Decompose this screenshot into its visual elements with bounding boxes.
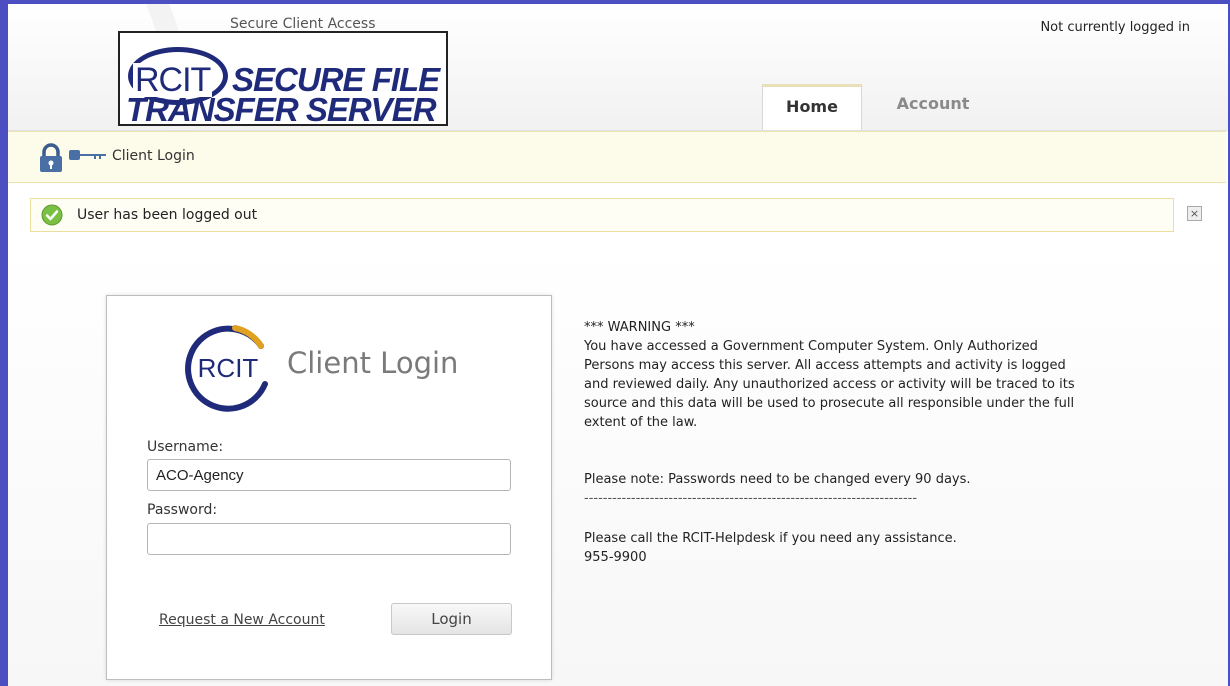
- warning-body: You have accessed a Government Computer …: [584, 339, 1075, 430]
- logout-notice: User has been logged out: [30, 198, 1174, 232]
- rcit-logo: RCIT SECURE FILE TRANSFER SERVER: [118, 31, 448, 126]
- checkmark-icon: [41, 204, 63, 226]
- key-icon: [69, 150, 106, 160]
- login-logo-text: RCIT: [198, 353, 259, 383]
- logo-line-2: TRANSFER SERVER: [126, 91, 437, 126]
- request-account-link[interactable]: Request a New Account: [159, 612, 325, 628]
- login-status: Not currently logged in: [1040, 20, 1190, 35]
- rcit-login-logo: RCIT: [185, 325, 268, 412]
- password-label: Password:: [147, 502, 218, 518]
- warning-notice: *** WARNING *** You have accessed a Gove…: [584, 318, 1084, 567]
- lock-icon: [40, 143, 62, 172]
- notice-message: User has been logged out: [77, 207, 258, 223]
- helpdesk-phone: 955-9900: [584, 550, 647, 565]
- tab-account[interactable]: Account: [878, 84, 988, 130]
- helpdesk-text: Please call the RCIT-Helpdesk if you nee…: [584, 531, 957, 546]
- close-notice-button[interactable]: ×: [1187, 206, 1202, 221]
- username-field[interactable]: [147, 459, 511, 491]
- login-button[interactable]: Login: [391, 603, 512, 635]
- login-heading: Client Login: [287, 346, 459, 380]
- warning-heading: *** WARNING ***: [584, 320, 695, 335]
- login-panel: RCIT Client Login Username: Password: Re…: [106, 295, 552, 680]
- password-note: Please note: Passwords need to be change…: [584, 472, 971, 487]
- section-title: Client Login: [112, 148, 195, 164]
- username-label: Username:: [147, 439, 224, 455]
- password-field[interactable]: [147, 523, 511, 555]
- section-bar: Client Login: [8, 131, 1226, 183]
- tab-home[interactable]: Home: [762, 84, 862, 130]
- warning-divider: ----------------------------------------…: [584, 491, 918, 506]
